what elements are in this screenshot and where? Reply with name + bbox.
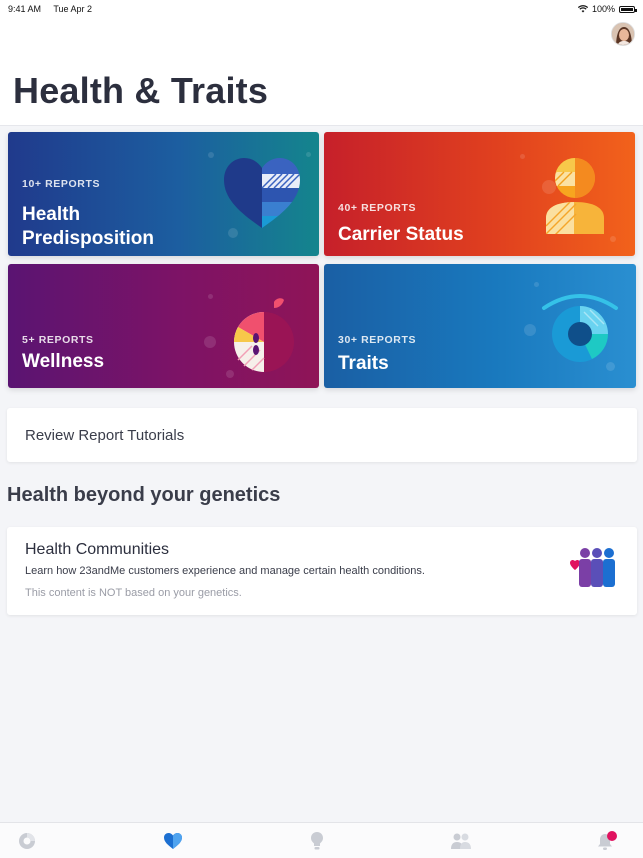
tab-notifications[interactable] [596, 830, 618, 852]
page-title: Health & Traits [13, 70, 269, 111]
decor-dot [208, 294, 213, 299]
battery-icon [619, 5, 637, 13]
community-note: This content is NOT based on your geneti… [25, 587, 242, 599]
tab-health[interactable] [162, 830, 184, 852]
decor-dot [306, 152, 311, 157]
status-bar: 9:41 AM Tue Apr 2 100% [0, 0, 643, 18]
health-communities-card[interactable]: Health Communities Learn how 23andMe cus… [7, 527, 637, 615]
community-people-icon [570, 548, 615, 587]
health-predisposition-tile[interactable]: 10+ REPORTS Health Predisposition [8, 132, 319, 256]
battery-percent: 100% [591, 4, 615, 14]
tab-ideas[interactable] [306, 830, 328, 852]
tile-title: Health Predisposition [22, 203, 154, 251]
tab-dashboard[interactable] [16, 830, 38, 852]
people-icon [451, 833, 471, 849]
report-count: 5+ REPORTS [22, 334, 94, 346]
decor-dot [204, 336, 216, 348]
tile-title-line2: Predisposition [22, 228, 154, 249]
traits-tile[interactable]: 30+ REPORTS Traits [324, 264, 636, 388]
apple-illustration-icon [233, 298, 294, 372]
tab-bar [0, 822, 643, 858]
dashboard-icon [19, 833, 35, 849]
tile-title-line1: Health [22, 204, 81, 225]
status-date: Tue Apr 2 [53, 4, 93, 14]
report-count: 40+ REPORTS [338, 202, 417, 214]
header: Health & Traits [0, 18, 643, 126]
status-time: 9:41 AM [8, 4, 42, 14]
decor-dot [520, 154, 525, 159]
tile-title: Carrier Status [338, 224, 464, 245]
lightbulb-icon [311, 832, 323, 850]
report-count: 10+ REPORTS [22, 178, 101, 190]
tab-relatives[interactable] [450, 830, 472, 852]
heart-icon [164, 833, 182, 849]
wellness-tile[interactable]: 5+ REPORTS Wellness [8, 264, 319, 388]
decor-dot [524, 324, 536, 336]
tutorials-label: Review Report Tutorials [25, 427, 185, 444]
person-illustration-icon [546, 158, 604, 234]
report-count: 30+ REPORTS [338, 334, 417, 346]
bell-icon [598, 831, 617, 850]
carrier-status-tile[interactable]: 40+ REPORTS Carrier Status [324, 132, 635, 256]
section-title: Health beyond your genetics [7, 484, 281, 506]
heart-illustration-icon [224, 158, 300, 228]
eye-illustration-icon [542, 294, 618, 362]
community-title: Health Communities [25, 541, 170, 558]
notification-badge [607, 831, 617, 841]
avatar[interactable] [611, 22, 635, 46]
review-tutorials-button[interactable]: Review Report Tutorials [7, 408, 637, 462]
wifi-icon [577, 5, 588, 13]
decor-dot [610, 236, 616, 242]
community-description: Learn how 23andMe customers experience a… [25, 565, 425, 577]
tile-title: Traits [338, 353, 389, 374]
decor-dot [208, 152, 214, 158]
decor-dot [534, 282, 539, 287]
tile-title: Wellness [22, 351, 105, 372]
avatar-image [612, 23, 634, 45]
